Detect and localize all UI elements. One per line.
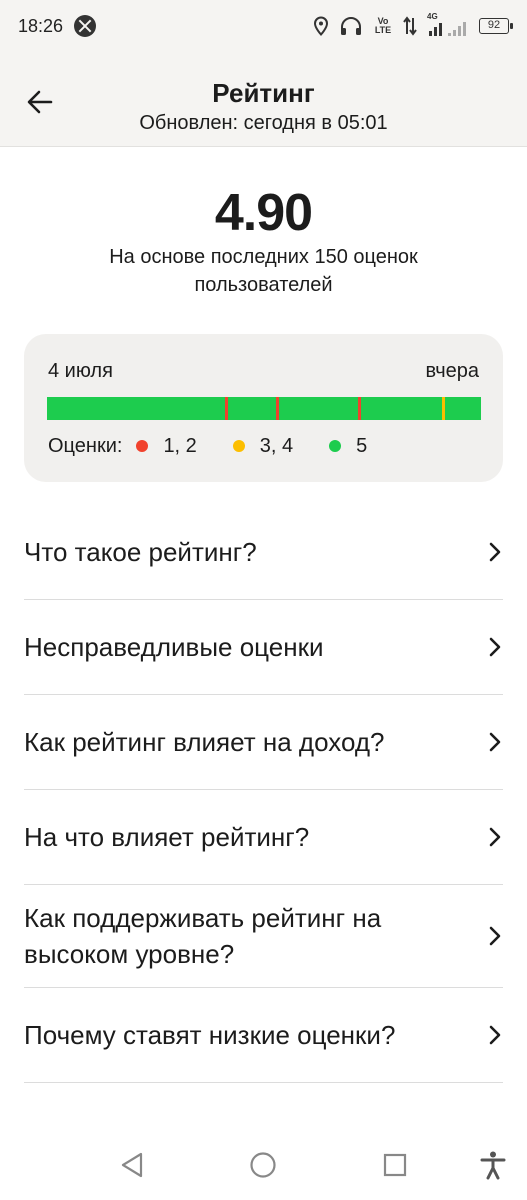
- legend-item-mid: 3, 4: [232, 434, 294, 458]
- menu-item-label: На что влияет рейтинг?: [24, 822, 310, 852]
- back-triangle-icon: [121, 1152, 143, 1178]
- menu-item-label: Как рейтинг влияет на доход?: [24, 727, 385, 757]
- headphones-icon: [341, 17, 361, 35]
- nav-home-button[interactable]: [246, 1150, 280, 1180]
- chevron-right-icon: [489, 637, 501, 657]
- chevron-right-icon: [489, 732, 501, 752]
- rating-history-mark: [442, 397, 445, 420]
- header: Рейтинг Обновлен: сегодня в 05:01: [0, 52, 527, 147]
- accessibility-icon: [480, 1151, 506, 1180]
- legend-label-high: 5: [356, 434, 368, 457]
- chevron-right-icon: [489, 1025, 501, 1045]
- chevron-right-icon: [489, 827, 501, 847]
- green-dot-icon: [329, 440, 342, 452]
- yellow-dot-icon: [232, 440, 245, 452]
- menu-item-unfair-ratings[interactable]: Несправедливые оценки: [24, 600, 503, 695]
- page-subtitle: Обновлен: сегодня в 05:01: [139, 112, 388, 134]
- notification-icon: [74, 15, 96, 37]
- legend-item-low: 1, 2: [136, 434, 197, 458]
- ratings-legend: Оценки: 1, 2 3, 4 5: [48, 434, 403, 458]
- signal-icon: 4G: [427, 12, 469, 37]
- nav-back-button[interactable]: [115, 1150, 149, 1180]
- menu-item-label: Что такое рейтинг?: [24, 537, 257, 567]
- menu-item-income-impact[interactable]: Как рейтинг влияет на доход?: [24, 695, 503, 790]
- menu-item-low-ratings-reasons[interactable]: Почему ставят низкие оценки?: [24, 988, 503, 1083]
- rating-history-mark: [225, 397, 228, 420]
- chevron-right-icon: [489, 926, 501, 946]
- rating-history-mark: [358, 397, 361, 420]
- chevron-right-icon: [489, 542, 501, 562]
- info-menu: Что такое рейтинг? Несправедливые оценки…: [24, 505, 503, 1083]
- history-end-label: вчера: [425, 360, 479, 382]
- page-title: Рейтинг: [212, 78, 315, 108]
- menu-item-label: Как поддерживать рейтинг на высоком уров…: [24, 903, 382, 969]
- recents-square-icon: [383, 1153, 407, 1177]
- rating-history-card: 4 июля вчера Оценки: 1, 2 3, 4 5: [24, 334, 503, 482]
- system-nav-bar: [0, 1130, 527, 1200]
- rating-history-mark: [276, 397, 279, 420]
- menu-item-label: Несправедливые оценки: [24, 632, 324, 662]
- rating-history-bar: [47, 397, 481, 420]
- rating-description: На основе последних 150 оценок пользоват…: [109, 246, 418, 296]
- battery-icon: 92: [479, 18, 513, 34]
- nav-accessibility-button[interactable]: [476, 1150, 510, 1180]
- menu-item-what-is-rating[interactable]: Что такое рейтинг?: [24, 505, 503, 600]
- nav-recents-button[interactable]: [378, 1150, 412, 1180]
- rating-value: 4.90: [214, 184, 313, 242]
- legend-item-high: 5: [329, 435, 367, 458]
- menu-item-label: Почему ставят низкие оценки?: [24, 1020, 396, 1050]
- menu-item-rating-effects[interactable]: На что влияет рейтинг?: [24, 790, 503, 885]
- legend-label-low: 1, 2: [163, 434, 197, 457]
- data-arrows-icon: [403, 16, 417, 36]
- status-bar: 18:26 Vo LTE 4G 92: [0, 0, 527, 52]
- location-icon: [313, 16, 329, 36]
- history-start-label: 4 июля: [48, 360, 113, 382]
- status-time: 18:26: [18, 16, 64, 36]
- red-dot-icon: [136, 440, 149, 452]
- home-circle-icon: [250, 1152, 276, 1178]
- lte-indicator: Vo LTE: [374, 16, 392, 35]
- legend-label-mid: 3, 4: [259, 434, 294, 457]
- legend-title: Оценки:: [48, 434, 123, 457]
- menu-item-keep-rating-high[interactable]: Как поддерживать рейтинг на высоком уров…: [24, 885, 503, 988]
- status-icons: Vo LTE 4G 92: [313, 12, 513, 38]
